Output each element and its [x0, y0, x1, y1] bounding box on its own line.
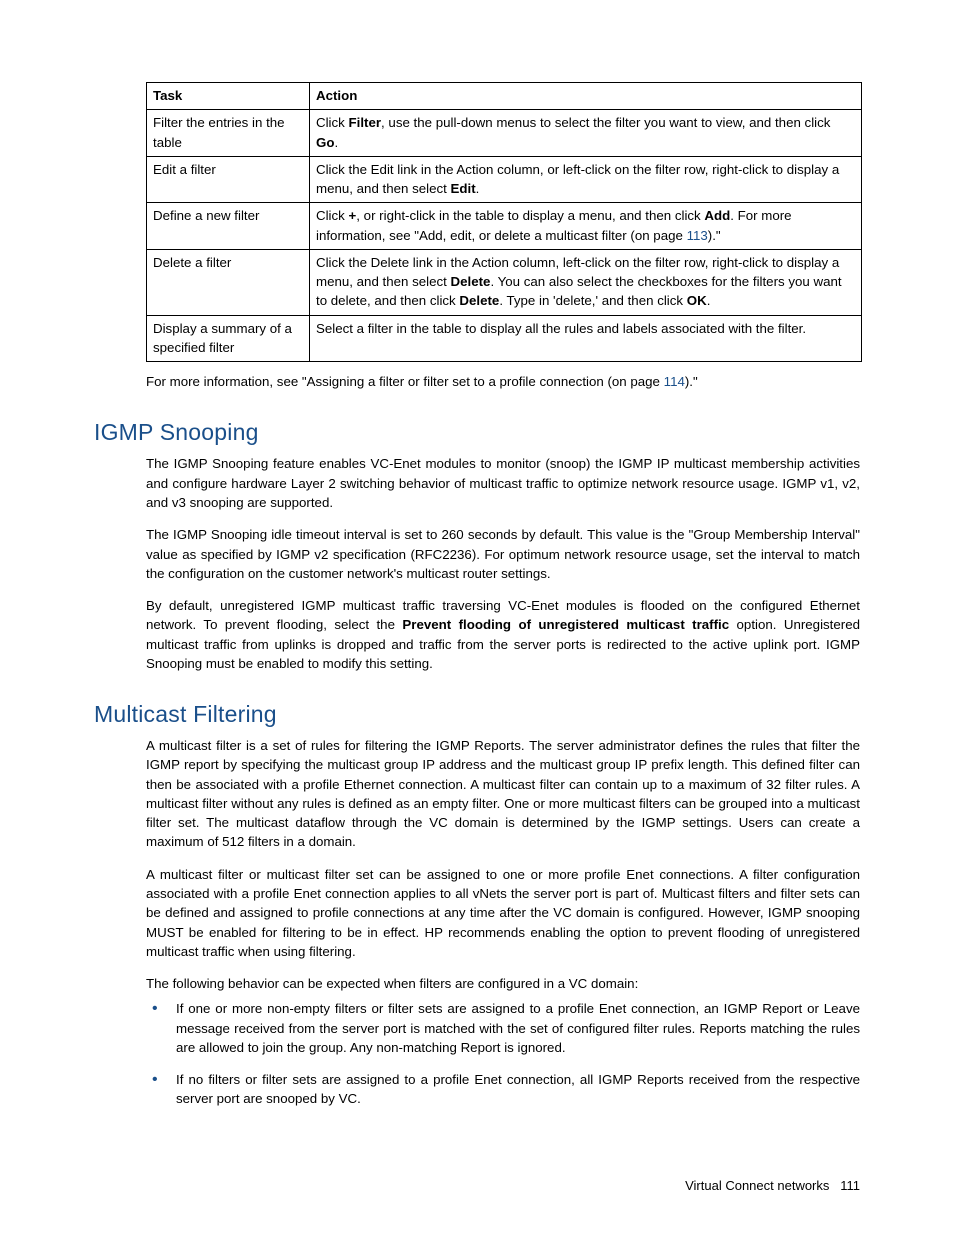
table-header-task: Task	[147, 83, 310, 110]
body-paragraph: The IGMP Snooping idle timeout interval …	[146, 525, 860, 583]
list-item: If no filters or filter sets are assigne…	[146, 1070, 860, 1109]
body-paragraph: A multicast filter is a set of rules for…	[146, 736, 860, 852]
action-cell: Click the Edit link in the Action column…	[310, 156, 862, 203]
footer-page-number: 111	[840, 1178, 860, 1193]
list-item: If one or more non-empty filters or filt…	[146, 999, 860, 1057]
page-link[interactable]: 114	[664, 374, 685, 389]
heading-multicast-filtering: Multicast Filtering	[94, 701, 860, 728]
task-action-table: Task Action Filter the entries in the ta…	[146, 82, 862, 362]
task-cell: Delete a filter	[147, 249, 310, 315]
table-header-action: Action	[310, 83, 862, 110]
table-row: Filter the entries in the table Click Fi…	[147, 110, 862, 157]
action-cell: Click Filter, use the pull-down menus to…	[310, 110, 862, 157]
task-cell: Display a summary of a specified filter	[147, 315, 310, 362]
task-cell: Define a new filter	[147, 203, 310, 250]
table-footnote: For more information, see "Assigning a f…	[146, 372, 860, 391]
action-cell: Click +, or right-click in the table to …	[310, 203, 862, 250]
body-paragraph: By default, unregistered IGMP multicast …	[146, 596, 860, 673]
action-cell: Click the Delete link in the Action colu…	[310, 249, 862, 315]
heading-igmp-snooping: IGMP Snooping	[94, 419, 860, 446]
body-paragraph: The IGMP Snooping feature enables VC-Ene…	[146, 454, 860, 512]
table-row: Delete a filter Click the Delete link in…	[147, 249, 862, 315]
footer-section: Virtual Connect networks	[685, 1178, 829, 1193]
table-row: Edit a filter Click the Edit link in the…	[147, 156, 862, 203]
page-footer: Virtual Connect networks 111	[685, 1178, 860, 1193]
table-row: Define a new filter Click +, or right-cl…	[147, 203, 862, 250]
body-paragraph: The following behavior can be expected w…	[146, 974, 860, 993]
table-row: Display a summary of a specified filter …	[147, 315, 862, 362]
task-cell: Edit a filter	[147, 156, 310, 203]
action-cell: Select a filter in the table to display …	[310, 315, 862, 362]
task-cell: Filter the entries in the table	[147, 110, 310, 157]
page-link[interactable]: 113	[687, 228, 708, 243]
body-paragraph: A multicast filter or multicast filter s…	[146, 865, 860, 961]
bullet-list: If one or more non-empty filters or filt…	[146, 999, 860, 1108]
